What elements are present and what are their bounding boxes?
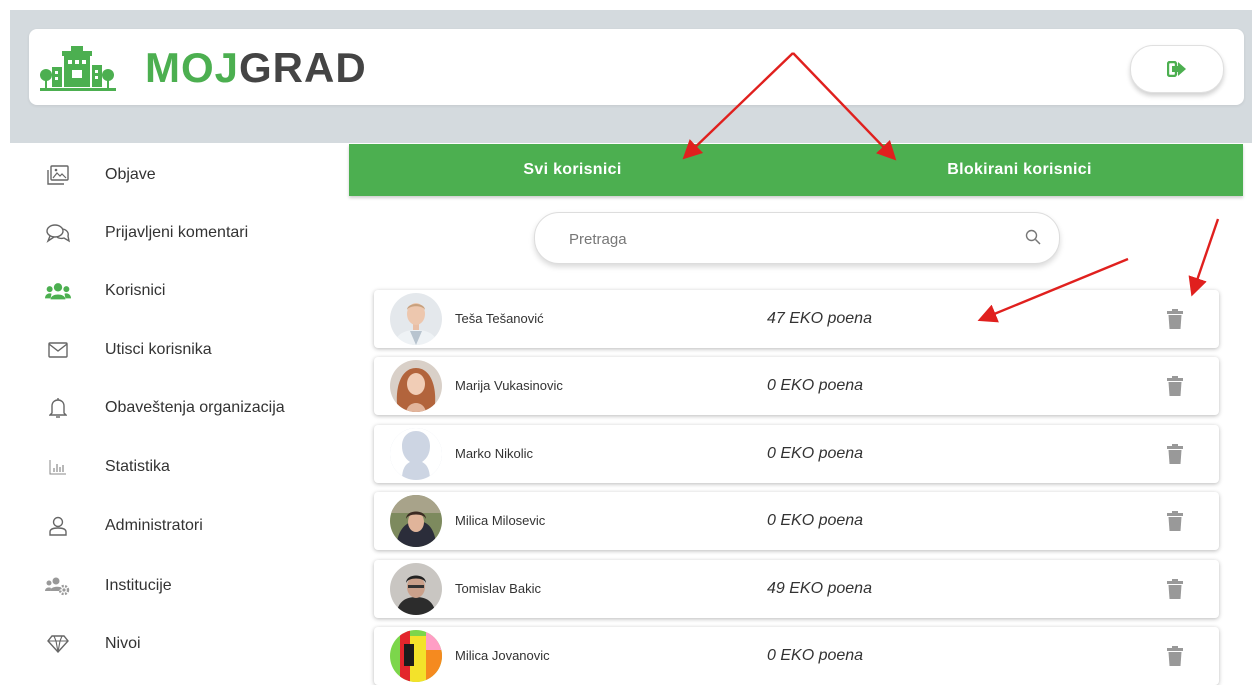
search-icon[interactable] — [1025, 229, 1041, 245]
user-name: Tomislav Bakic — [455, 581, 541, 596]
user-points: 0 EKO poena — [767, 647, 864, 664]
sidebar-item-label: Institucije — [105, 577, 172, 594]
user-row[interactable]: Teša Tešanović 47 EKO poena — [374, 290, 1219, 348]
avatar — [390, 495, 442, 547]
sidebar-item-utisci-korisnika[interactable]: Utisci korisnika — [29, 335, 349, 365]
trash-icon[interactable] — [1167, 511, 1183, 531]
comments-icon — [45, 221, 71, 245]
sidebar-item-label: Obaveštenja organizacija — [105, 399, 285, 416]
trash-icon[interactable] — [1167, 444, 1183, 464]
sidebar-item-label: Korisnici — [105, 282, 166, 299]
user-name: Teša Tešanović — [455, 311, 544, 326]
user-icon — [45, 514, 71, 538]
envelope-icon — [45, 338, 71, 362]
sidebar-item-label: Prijavljeni komentari — [105, 224, 249, 241]
user-points: 0 EKO poena — [767, 512, 864, 529]
bell-icon — [45, 396, 71, 420]
sidebar-item-prijavljeni-komentari[interactable]: Prijavljeni komentari — [29, 218, 349, 248]
user-name: Milica Milosevic — [455, 513, 546, 528]
sidebar-item-label: Statistika — [105, 458, 170, 475]
sidebar-item-objave[interactable]: Objave — [29, 160, 349, 190]
user-row[interactable]: Tomislav Bakic 49 EKO poena — [374, 560, 1219, 618]
users-cog-icon — [45, 574, 71, 598]
avatar — [390, 563, 442, 615]
app-logo-text: MOJGRAD — [145, 44, 367, 92]
sidebar-item-label: Objave — [105, 166, 156, 183]
tab-blokirani-korisnici[interactable]: Blokirani korisnici — [796, 144, 1243, 196]
avatar — [390, 360, 442, 412]
app-header: MOJGRAD — [29, 29, 1244, 105]
bar-chart-icon — [45, 455, 71, 479]
sidebar-item-label: Utisci korisnika — [105, 341, 212, 358]
logo-grad: GRAD — [239, 44, 367, 91]
sidebar-item-korisnici[interactable]: Korisnici — [29, 276, 349, 306]
user-row[interactable]: Milica Jovanovic 0 EKO poena — [374, 627, 1219, 685]
sidebar-item-administratori[interactable]: Administratori — [29, 511, 349, 541]
city-logo-icon — [40, 46, 116, 91]
user-tabs: Svi korisnici Blokirani korisnici — [349, 144, 1243, 196]
sidebar-item-institucije[interactable]: Institucije — [29, 571, 349, 601]
user-row[interactable]: Milica Milosevic 0 EKO poena — [374, 492, 1219, 550]
image-icon — [45, 163, 71, 187]
user-row[interactable]: Marija Vukasinovic 0 EKO poena — [374, 357, 1219, 415]
diamond-icon — [45, 632, 71, 656]
trash-icon[interactable] — [1167, 309, 1183, 329]
sidebar-item-label: Administratori — [105, 517, 203, 534]
avatar — [390, 630, 442, 682]
search-box — [534, 212, 1060, 264]
user-row[interactable]: Marko Nikolic 0 EKO poena — [374, 425, 1219, 483]
trash-icon[interactable] — [1167, 646, 1183, 666]
tab-svi-korisnici[interactable]: Svi korisnici — [349, 144, 796, 196]
sidebar-item-obavestenja-organizacija[interactable]: Obaveštenja organizacija — [29, 393, 349, 423]
user-points: 49 EKO poena — [767, 580, 872, 597]
user-name: Marko Nikolic — [455, 446, 534, 461]
trash-icon[interactable] — [1167, 579, 1183, 599]
users-icon — [45, 279, 71, 303]
sidebar-item-label: Nivoi — [105, 635, 141, 652]
user-points: 47 EKO poena — [767, 310, 872, 327]
user-name: Marija Vukasinovic — [455, 378, 563, 393]
sidebar-item-nivoi[interactable]: Nivoi — [29, 629, 349, 659]
logout-button[interactable] — [1130, 45, 1224, 93]
user-points: 0 EKO poena — [767, 377, 864, 394]
search-input[interactable] — [567, 226, 1011, 252]
sidebar: Objave Prijavljeni komentari Korisnici U… — [29, 143, 349, 681]
logo-moj: MOJ — [145, 44, 240, 91]
trash-icon[interactable] — [1167, 376, 1183, 396]
sidebar-item-statistika[interactable]: Statistika — [29, 452, 349, 482]
user-name: Milica Jovanovic — [455, 648, 550, 663]
avatar — [390, 428, 442, 480]
sign-out-icon — [1167, 61, 1186, 77]
annotation-arrow — [1188, 218, 1220, 297]
avatar — [390, 293, 442, 345]
user-points: 0 EKO poena — [767, 445, 864, 462]
